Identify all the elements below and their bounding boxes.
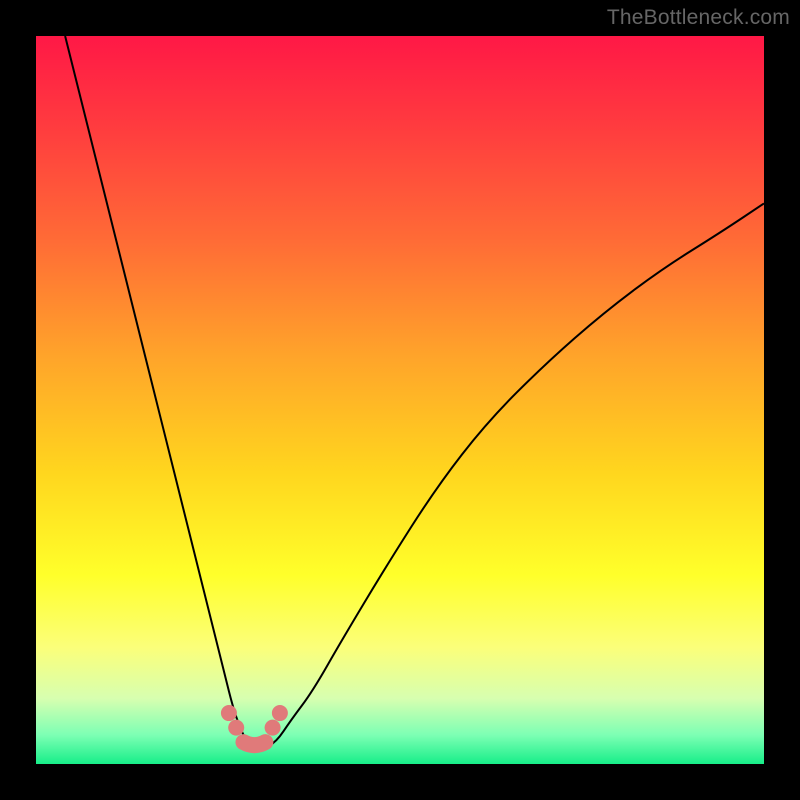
bottom-marker-dot [221, 705, 237, 721]
bottom-marker-dot [265, 720, 281, 736]
watermark-text: TheBottleneck.com [607, 6, 790, 30]
plot-area [36, 36, 764, 764]
bottleneck-curve [36, 36, 764, 764]
bottom-marker-line [243, 742, 265, 745]
bottom-marker-dot [228, 720, 244, 736]
bottom-marker-dot [272, 705, 288, 721]
curve-line [65, 36, 764, 749]
chart-frame: TheBottleneck.com [0, 0, 800, 800]
